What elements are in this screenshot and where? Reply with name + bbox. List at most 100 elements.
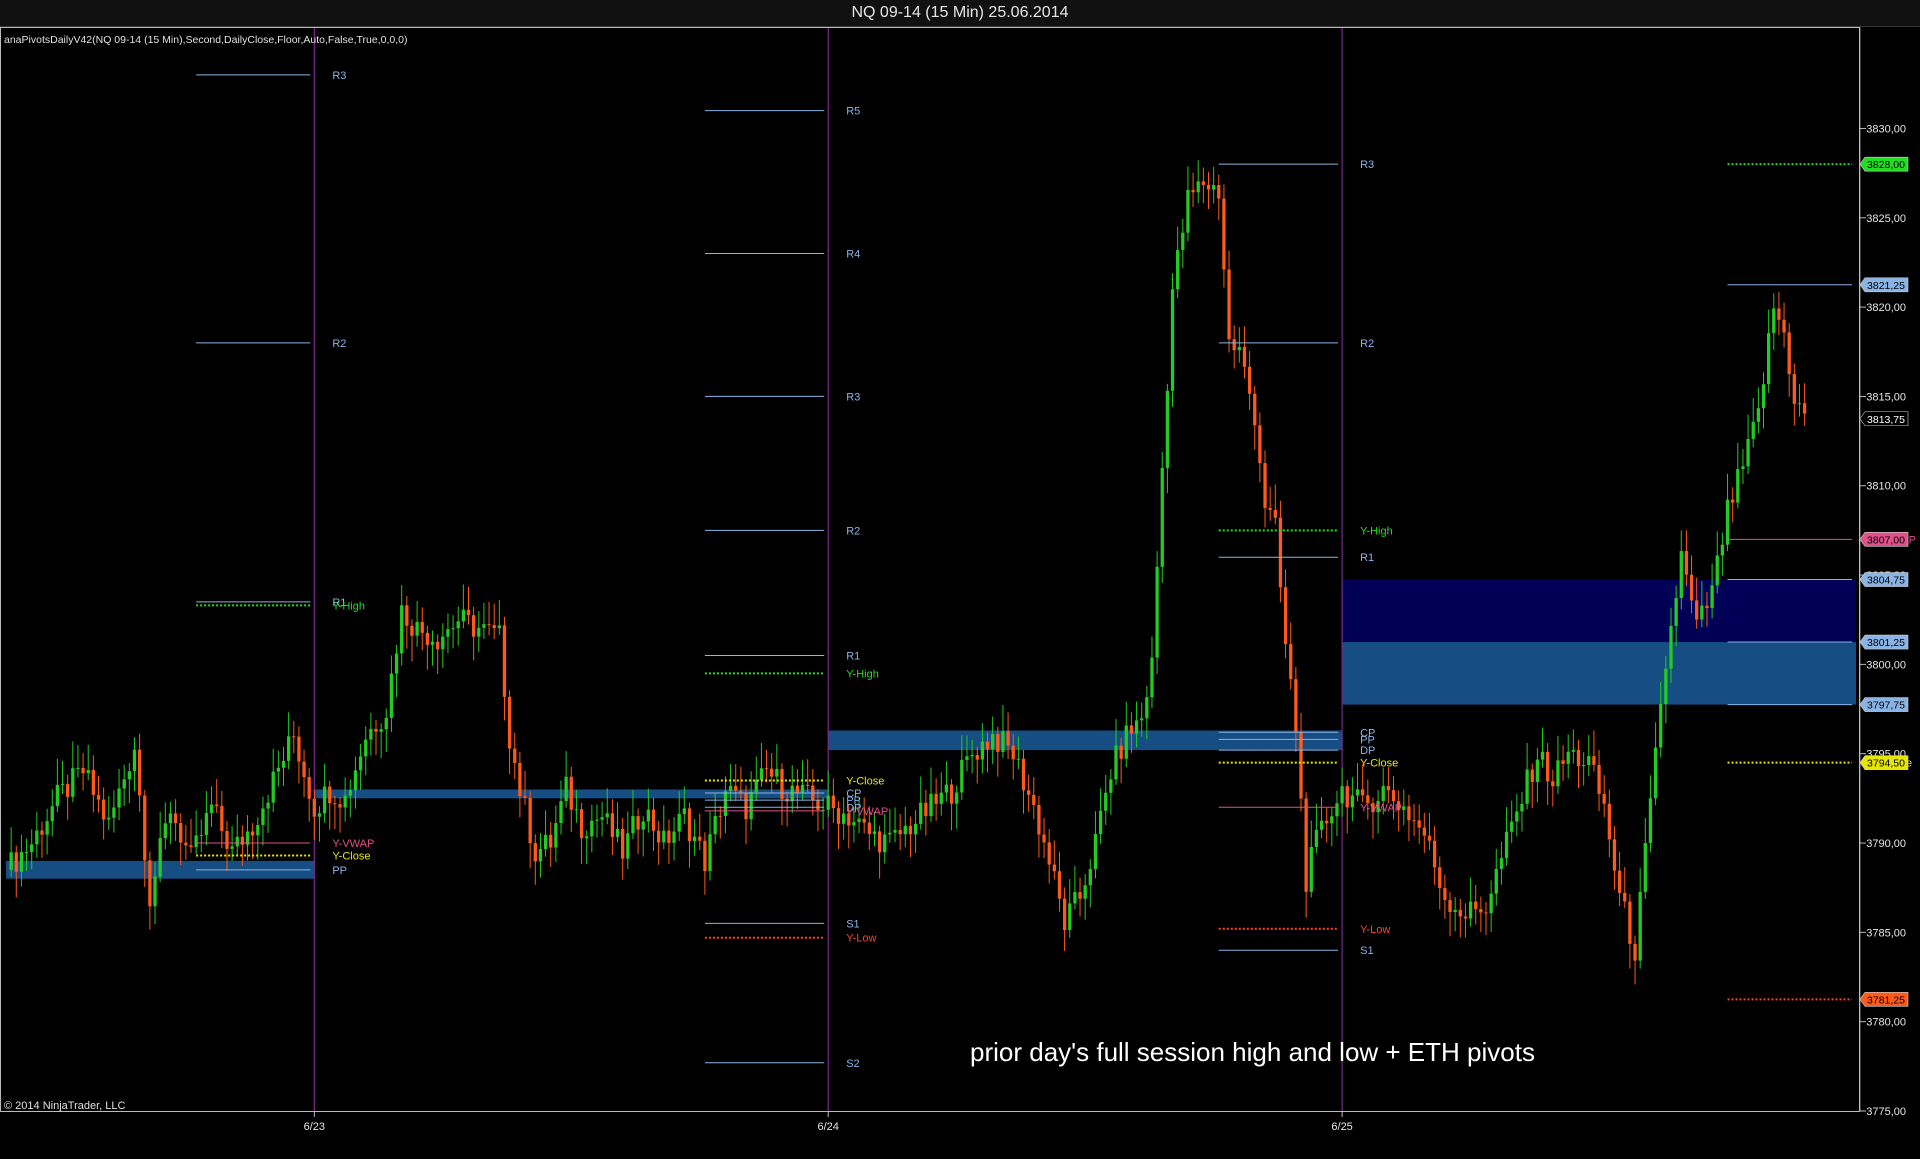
candle-body-81 — [420, 621, 424, 633]
candle-body-174 — [898, 829, 902, 835]
price-tick-label-5: 3800,00 — [1866, 659, 1906, 671]
candle-body-54 — [281, 760, 286, 768]
candle-body-108 — [559, 801, 563, 824]
candle-body-343 — [1766, 333, 1771, 385]
time-tick-label-1: 6/24 — [818, 1121, 839, 1133]
candle-body-202 — [1042, 834, 1046, 843]
candle-body-189 — [975, 754, 979, 760]
candle-body-243 — [1253, 393, 1257, 426]
candle-body-151 — [780, 768, 784, 799]
candle-body-212 — [1093, 834, 1098, 870]
candle-body-67 — [348, 790, 352, 796]
candle-body-284 — [1463, 916, 1468, 919]
candle-body-270 — [1391, 790, 1396, 802]
candle-body-166 — [857, 818, 861, 823]
candle-body-149 — [770, 768, 774, 777]
price-marker-label-7: 3794,50 — [1867, 758, 1905, 770]
pivot-label-2-1: R2 — [1360, 338, 1374, 350]
candle-body-74 — [384, 717, 388, 730]
candle-body-286 — [1474, 901, 1478, 910]
pivot-label-1-0: R5 — [846, 106, 860, 118]
candle-body-272 — [1402, 806, 1406, 810]
candle-body-55 — [286, 736, 291, 761]
candle-body-122 — [631, 816, 635, 834]
candle-body-251 — [1294, 679, 1298, 733]
candle-body-145 — [749, 792, 753, 820]
pivot-label-0-3: Y-High — [332, 600, 365, 612]
candle-body-181 — [934, 793, 938, 804]
candle-body-244 — [1258, 425, 1262, 464]
candle-body-85 — [441, 636, 445, 650]
candle-body-147 — [759, 768, 764, 780]
candle-body-341 — [1756, 408, 1761, 422]
candle-body-57 — [297, 736, 301, 762]
candle-body-42 — [220, 806, 224, 831]
candle-body-254 — [1309, 846, 1313, 892]
candle-body-100 — [518, 762, 522, 797]
candle-body-347 — [1787, 332, 1791, 375]
candle-body-138 — [713, 815, 717, 835]
candle-body-97 — [502, 625, 507, 697]
candle-body-120 — [621, 828, 625, 859]
candle-body-327 — [1684, 551, 1689, 575]
candle-body-129 — [667, 830, 671, 843]
candle-body-314 — [1617, 870, 1622, 893]
candle-body-62 — [322, 786, 327, 814]
candle-body-158 — [816, 799, 820, 810]
candle-body-26 — [137, 749, 142, 796]
price-tick-label-8: 3815,00 — [1866, 391, 1906, 403]
candle-body-95 — [492, 625, 496, 629]
candle-body-69 — [358, 756, 363, 771]
candle-body-229 — [1181, 232, 1185, 250]
candle-body-264 — [1361, 789, 1365, 796]
price-tick-label-7: 3810,00 — [1866, 481, 1906, 493]
candle-body-163 — [841, 813, 846, 824]
candle-body-155 — [800, 784, 805, 794]
candle-body-156 — [806, 784, 810, 786]
candle-body-39 — [204, 813, 209, 835]
candle-body-312 — [1607, 803, 1611, 840]
candle-body-36 — [189, 845, 193, 848]
candle-body-89 — [461, 609, 466, 622]
pivot-label-1-10: Y-VWAP — [846, 806, 888, 818]
candle-body-273 — [1407, 806, 1411, 821]
candle-body-303 — [1561, 760, 1565, 764]
candle-body-207 — [1068, 903, 1072, 931]
candle-body-177 — [913, 823, 918, 835]
candle-body-148 — [764, 768, 769, 770]
candle-body-150 — [775, 768, 779, 777]
price-tick-label-9: 3820,00 — [1866, 302, 1906, 314]
price-chart[interactable]: R3R2R1Y-HighY-VWAPY-ClosePPR5R4R3R2R1Y-H… — [0, 27, 1920, 1159]
candle-body-5 — [30, 844, 34, 853]
candle-body-224 — [1155, 566, 1159, 658]
candle-body-187 — [965, 756, 969, 760]
candle-body-230 — [1186, 189, 1190, 233]
pivot-label-2-7: Y-Close — [1360, 758, 1398, 770]
candle-body-22 — [117, 788, 121, 808]
candle-body-332 — [1710, 585, 1714, 609]
candle-body-68 — [353, 770, 358, 791]
candle-body-210 — [1083, 885, 1087, 899]
candle-body-197 — [1016, 758, 1021, 760]
window-title: NQ 09-14 (15 Min) 25.06.2014 — [851, 4, 1069, 21]
price-tick-label-2: 3785,00 — [1866, 927, 1906, 939]
candle-body-87 — [451, 628, 455, 630]
candle-body-21 — [112, 807, 116, 818]
candle-body-234 — [1206, 184, 1211, 190]
candle-body-318 — [1638, 891, 1642, 961]
pivot-label-1-5: Y-High — [846, 668, 879, 680]
candle-body-339 — [1746, 438, 1750, 467]
candle-body-30 — [158, 838, 162, 877]
candle-body-27 — [143, 795, 147, 861]
candle-body-319 — [1643, 842, 1647, 892]
candle-body-283 — [1458, 909, 1462, 917]
candle-body-154 — [795, 785, 800, 794]
candle-body-277 — [1427, 835, 1432, 841]
candle-body-200 — [1032, 794, 1036, 805]
candle-body-333 — [1715, 555, 1719, 586]
candle-body-49 — [256, 825, 260, 836]
candle-body-176 — [908, 825, 913, 835]
candle-body-252 — [1299, 732, 1303, 799]
candle-body-111 — [574, 809, 579, 811]
candle-body-236 — [1217, 185, 1221, 199]
